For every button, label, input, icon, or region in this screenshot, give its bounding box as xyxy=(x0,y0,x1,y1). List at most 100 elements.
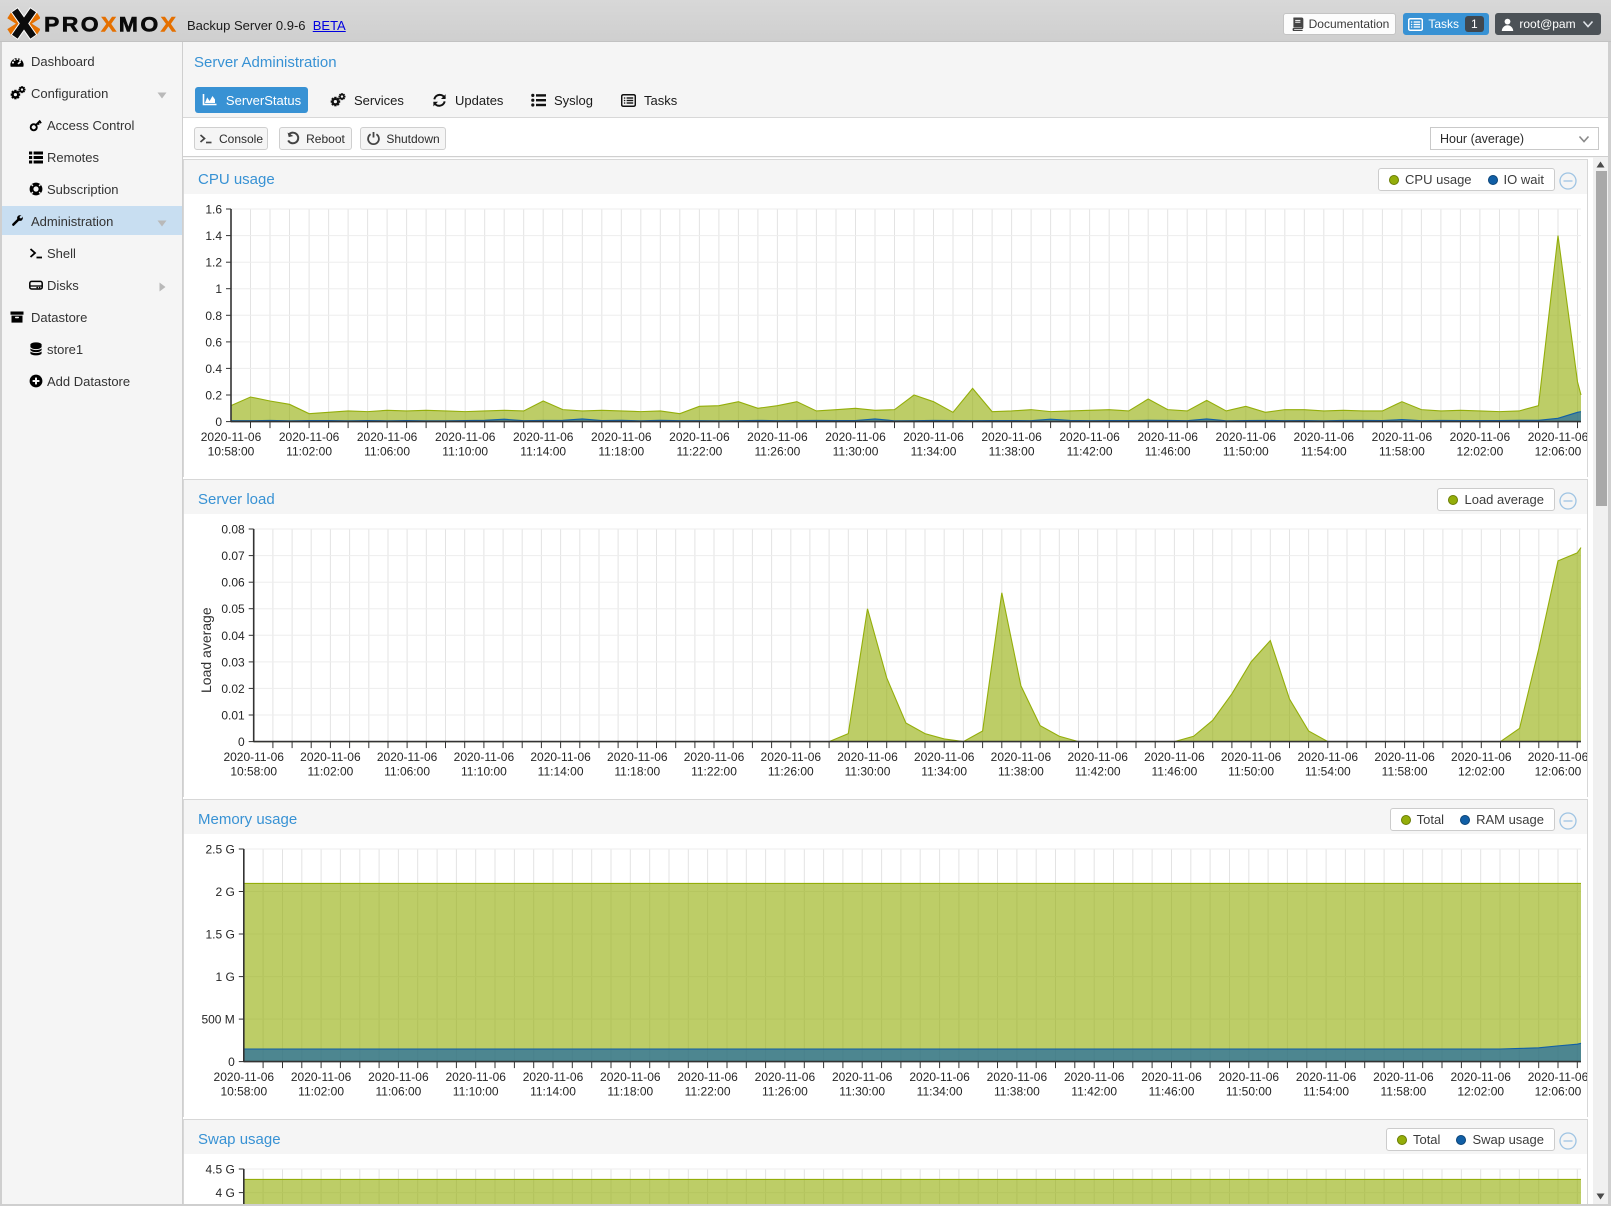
svg-text:0: 0 xyxy=(215,415,222,429)
svg-text:11:46:00: 11:46:00 xyxy=(1151,765,1197,779)
svg-text:2020-11-06: 2020-11-06 xyxy=(1294,430,1355,444)
svg-text:0: 0 xyxy=(228,1055,235,1069)
svg-text:4 G: 4 G xyxy=(215,1186,234,1200)
svg-text:2020-11-06: 2020-11-06 xyxy=(1528,430,1587,444)
svg-text:11:26:00: 11:26:00 xyxy=(762,1085,808,1099)
svg-text:11:54:00: 11:54:00 xyxy=(1301,445,1347,459)
svg-text:11:02:00: 11:02:00 xyxy=(298,1085,344,1099)
svg-text:11:34:00: 11:34:00 xyxy=(917,1085,963,1099)
svg-text:11:10:00: 11:10:00 xyxy=(453,1085,499,1099)
svg-text:0.6: 0.6 xyxy=(205,335,222,349)
svg-text:11:30:00: 11:30:00 xyxy=(839,1085,885,1099)
svg-text:11:22:00: 11:22:00 xyxy=(691,765,737,779)
svg-text:2020-11-06: 2020-11-06 xyxy=(291,1070,352,1084)
svg-text:11:42:00: 11:42:00 xyxy=(1067,445,1113,459)
svg-text:0.07: 0.07 xyxy=(221,549,245,563)
svg-text:2020-11-06: 2020-11-06 xyxy=(669,430,730,444)
svg-text:2020-11-06: 2020-11-06 xyxy=(1451,750,1512,764)
svg-text:2.5 G: 2.5 G xyxy=(205,843,234,857)
svg-text:11:14:00: 11:14:00 xyxy=(520,445,566,459)
svg-text:0.06: 0.06 xyxy=(221,576,245,590)
svg-text:11:14:00: 11:14:00 xyxy=(530,1085,576,1099)
svg-text:2020-11-06: 2020-11-06 xyxy=(1372,430,1433,444)
svg-text:2020-11-06: 2020-11-06 xyxy=(981,430,1042,444)
svg-text:0.02: 0.02 xyxy=(221,682,245,696)
svg-text:0.8: 0.8 xyxy=(205,309,222,323)
svg-text:2020-11-06: 2020-11-06 xyxy=(755,1070,816,1084)
svg-text:2020-11-06: 2020-11-06 xyxy=(454,750,515,764)
svg-text:11:22:00: 11:22:00 xyxy=(676,445,722,459)
svg-text:2020-11-06: 2020-11-06 xyxy=(523,1070,584,1084)
svg-text:11:46:00: 11:46:00 xyxy=(1145,445,1191,459)
svg-text:2020-11-06: 2020-11-06 xyxy=(1373,1070,1434,1084)
svg-text:12:02:00: 12:02:00 xyxy=(1457,445,1504,459)
svg-text:2020-11-06: 2020-11-06 xyxy=(591,430,652,444)
svg-text:11:18:00: 11:18:00 xyxy=(614,765,660,779)
svg-text:1 G: 1 G xyxy=(215,970,234,984)
svg-text:1: 1 xyxy=(215,282,222,296)
svg-text:0.08: 0.08 xyxy=(221,523,245,537)
svg-text:11:06:00: 11:06:00 xyxy=(384,765,430,779)
svg-text:2020-11-06: 2020-11-06 xyxy=(747,430,808,444)
svg-text:0.03: 0.03 xyxy=(221,655,245,669)
svg-text:12:06:00: 12:06:00 xyxy=(1535,765,1582,779)
svg-text:11:42:00: 11:42:00 xyxy=(1075,765,1121,779)
svg-text:11:26:00: 11:26:00 xyxy=(754,445,800,459)
svg-text:11:58:00: 11:58:00 xyxy=(1379,445,1425,459)
svg-text:2020-11-06: 2020-11-06 xyxy=(279,430,340,444)
svg-text:2020-11-06: 2020-11-06 xyxy=(903,430,964,444)
svg-text:0.04: 0.04 xyxy=(221,629,245,643)
svg-text:12:06:00: 12:06:00 xyxy=(1535,445,1582,459)
svg-text:2020-11-06: 2020-11-06 xyxy=(1141,1070,1202,1084)
svg-text:11:50:00: 11:50:00 xyxy=(1228,765,1274,779)
svg-text:1.4: 1.4 xyxy=(205,229,222,243)
svg-text:2020-11-06: 2020-11-06 xyxy=(825,430,886,444)
svg-text:11:34:00: 11:34:00 xyxy=(911,445,957,459)
svg-text:10:58:00: 10:58:00 xyxy=(220,1085,267,1099)
svg-text:2020-11-06: 2020-11-06 xyxy=(357,430,418,444)
svg-text:11:50:00: 11:50:00 xyxy=(1226,1085,1272,1099)
svg-text:0: 0 xyxy=(238,735,245,749)
svg-text:500 M: 500 M xyxy=(201,1013,234,1027)
svg-text:2020-11-06: 2020-11-06 xyxy=(1144,750,1205,764)
svg-text:2020-11-06: 2020-11-06 xyxy=(1064,1070,1125,1084)
svg-text:2020-11-06: 2020-11-06 xyxy=(837,750,898,764)
svg-text:2020-11-06: 2020-11-06 xyxy=(1374,750,1435,764)
svg-text:2020-11-06: 2020-11-06 xyxy=(684,750,745,764)
svg-text:4.5 G: 4.5 G xyxy=(205,1163,234,1177)
svg-text:11:38:00: 11:38:00 xyxy=(994,1085,1040,1099)
svg-text:2020-11-06: 2020-11-06 xyxy=(909,1070,970,1084)
svg-text:11:58:00: 11:58:00 xyxy=(1382,765,1428,779)
svg-text:2020-11-06: 2020-11-06 xyxy=(1450,430,1511,444)
svg-text:11:30:00: 11:30:00 xyxy=(845,765,891,779)
svg-text:12:02:00: 12:02:00 xyxy=(1458,765,1505,779)
svg-text:2020-11-06: 2020-11-06 xyxy=(1219,1070,1280,1084)
svg-text:11:18:00: 11:18:00 xyxy=(598,445,644,459)
svg-text:2020-11-06: 2020-11-06 xyxy=(445,1070,506,1084)
svg-text:2020-11-06: 2020-11-06 xyxy=(991,750,1052,764)
svg-text:12:02:00: 12:02:00 xyxy=(1457,1085,1504,1099)
svg-text:2020-11-06: 2020-11-06 xyxy=(1298,750,1359,764)
svg-text:2020-11-06: 2020-11-06 xyxy=(377,750,438,764)
svg-text:2020-11-06: 2020-11-06 xyxy=(1059,430,1120,444)
svg-text:2020-11-06: 2020-11-06 xyxy=(530,750,591,764)
svg-text:11:38:00: 11:38:00 xyxy=(998,765,1044,779)
svg-text:11:14:00: 11:14:00 xyxy=(538,765,584,779)
svg-text:2020-11-06: 2020-11-06 xyxy=(677,1070,738,1084)
svg-text:11:10:00: 11:10:00 xyxy=(442,445,488,459)
svg-text:11:02:00: 11:02:00 xyxy=(286,445,332,459)
svg-text:11:30:00: 11:30:00 xyxy=(833,445,879,459)
svg-text:2020-11-06: 2020-11-06 xyxy=(832,1070,893,1084)
svg-text:11:50:00: 11:50:00 xyxy=(1223,445,1269,459)
svg-text:2020-11-06: 2020-11-06 xyxy=(435,430,496,444)
svg-text:0.01: 0.01 xyxy=(221,709,245,723)
svg-text:2020-11-06: 2020-11-06 xyxy=(761,750,822,764)
svg-text:2020-11-06: 2020-11-06 xyxy=(1528,1070,1587,1084)
svg-text:11:42:00: 11:42:00 xyxy=(1071,1085,1117,1099)
svg-text:2020-11-06: 2020-11-06 xyxy=(368,1070,429,1084)
svg-text:11:18:00: 11:18:00 xyxy=(607,1085,653,1099)
svg-text:2020-11-06: 2020-11-06 xyxy=(1216,430,1277,444)
svg-text:0.05: 0.05 xyxy=(221,602,245,616)
svg-text:11:10:00: 11:10:00 xyxy=(461,765,507,779)
svg-text:11:54:00: 11:54:00 xyxy=(1305,765,1351,779)
